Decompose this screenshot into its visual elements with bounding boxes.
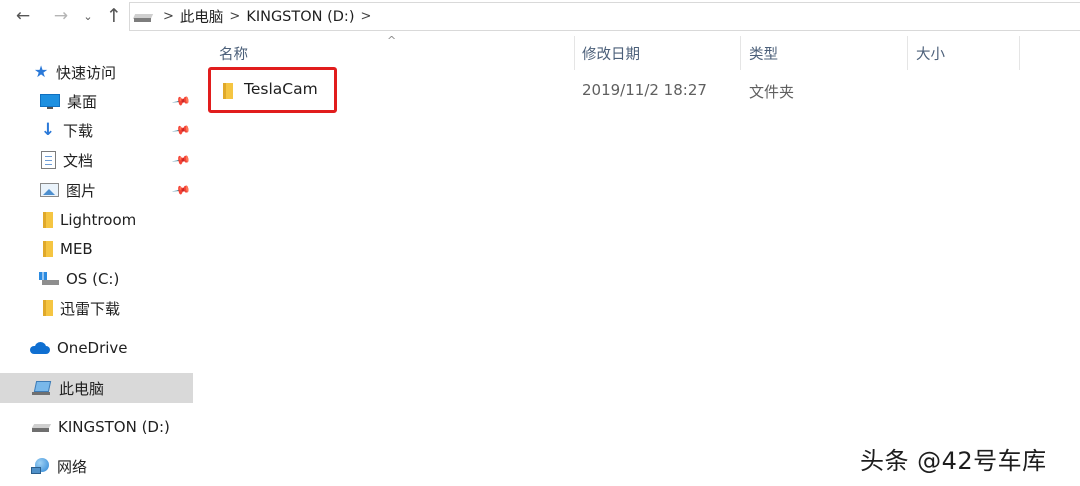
desktop-icon: [40, 93, 60, 109]
sidebar-item-label: 网络: [57, 457, 88, 476]
os-drive-icon: [39, 272, 59, 286]
column-header-type[interactable]: 类型: [741, 36, 908, 70]
document-icon: [41, 151, 56, 169]
up-button[interactable]: ↑: [102, 4, 126, 28]
sidebar-item-label: OS (C:): [66, 270, 120, 288]
sidebar-item-desktop[interactable]: 桌面 📌: [0, 87, 193, 115]
pin-icon[interactable]: 📌: [171, 91, 191, 111]
column-header-modified[interactable]: 修改日期: [574, 36, 741, 70]
network-icon: [31, 457, 50, 475]
pin-icon[interactable]: 📌: [171, 150, 191, 170]
file-type: 文件夹: [749, 83, 795, 101]
navigation-pane: ★ 快速访问 桌面 📌 ↓ 下载 📌 文档 📌 图片 📌 Lightroom M…: [0, 32, 193, 486]
breadcrumb-this-pc[interactable]: 此电脑: [180, 6, 224, 27]
sidebar-item-label: 桌面: [67, 92, 98, 111]
watermark: 头条 @42号车库: [860, 447, 1047, 475]
sidebar-item-xunlei-downloads[interactable]: 迅雷下载: [0, 294, 193, 322]
recent-locations-button[interactable]: ⌄: [80, 4, 96, 28]
arrow-left-icon: ←: [15, 6, 31, 26]
chevron-down-icon: ⌄: [83, 9, 93, 23]
column-header-size[interactable]: 大小: [908, 36, 1020, 70]
sidebar-item-pictures[interactable]: 图片 📌: [0, 176, 193, 204]
sidebar-item-kingston-drive[interactable]: KINGSTON (D:): [0, 413, 193, 441]
breadcrumb-kingston[interactable]: KINGSTON (D:): [246, 9, 354, 25]
arrow-up-icon: ↑: [106, 5, 122, 27]
computer-icon: [32, 380, 52, 396]
cloud-icon: [30, 342, 50, 354]
arrow-right-icon: →: [53, 6, 69, 26]
breadcrumb-separator[interactable]: >: [360, 9, 371, 24]
drive-icon: [132, 10, 154, 24]
sidebar-item-meb[interactable]: MEB: [0, 235, 193, 263]
address-bar[interactable]: > 此电脑 > KINGSTON (D:) >: [129, 2, 1080, 31]
picture-icon: [40, 183, 59, 197]
back-button[interactable]: ←: [10, 4, 36, 28]
forward-button[interactable]: →: [48, 4, 74, 28]
sidebar-item-label: 下载: [63, 121, 94, 140]
sidebar-item-onedrive[interactable]: OneDrive: [0, 334, 193, 362]
pin-icon[interactable]: 📌: [171, 180, 191, 200]
sidebar-item-label: 快速访问: [56, 63, 117, 82]
sidebar-item-quick-access[interactable]: ★ 快速访问: [0, 58, 193, 86]
sidebar-item-this-pc[interactable]: 此电脑: [0, 373, 193, 403]
sidebar-item-label: Lightroom: [60, 211, 137, 229]
sidebar-item-documents[interactable]: 文档 📌: [0, 146, 193, 174]
sidebar-item-label: 图片: [66, 181, 97, 200]
highlight-annotation: [208, 67, 337, 113]
star-icon: ★: [33, 62, 49, 81]
file-modified-date: 2019/11/2 18:27: [582, 81, 707, 99]
column-divider[interactable]: [1019, 36, 1020, 70]
sidebar-item-label: OneDrive: [57, 339, 128, 357]
file-list-header: ^ 名称 修改日期 类型 大小: [193, 34, 1080, 70]
breadcrumb-separator[interactable]: >: [163, 9, 174, 24]
folder-icon: [43, 300, 53, 316]
sidebar-item-label: 此电脑: [59, 379, 105, 398]
sidebar-item-lightroom[interactable]: Lightroom: [0, 206, 193, 234]
sidebar-item-label: 文档: [63, 151, 94, 170]
sidebar-item-label: 迅雷下载: [60, 299, 121, 318]
sidebar-item-label: MEB: [60, 240, 93, 258]
sidebar-item-label: KINGSTON (D:): [58, 418, 170, 436]
breadcrumb-separator[interactable]: >: [229, 9, 240, 24]
sidebar-item-downloads[interactable]: ↓ 下载 📌: [0, 116, 193, 144]
download-icon: ↓: [40, 120, 56, 140]
column-header-name[interactable]: 名称: [211, 36, 575, 70]
folder-icon: [43, 241, 53, 257]
folder-icon: [43, 212, 53, 228]
sidebar-item-network[interactable]: 网络: [0, 452, 193, 480]
pin-icon[interactable]: 📌: [171, 120, 191, 140]
usb-drive-icon: [31, 421, 52, 433]
navigation-bar: ← → ⌄ ↑ > 此电脑 > KINGSTON (D:) >: [0, 0, 1080, 32]
sidebar-item-os-drive[interactable]: OS (C:): [0, 265, 193, 293]
